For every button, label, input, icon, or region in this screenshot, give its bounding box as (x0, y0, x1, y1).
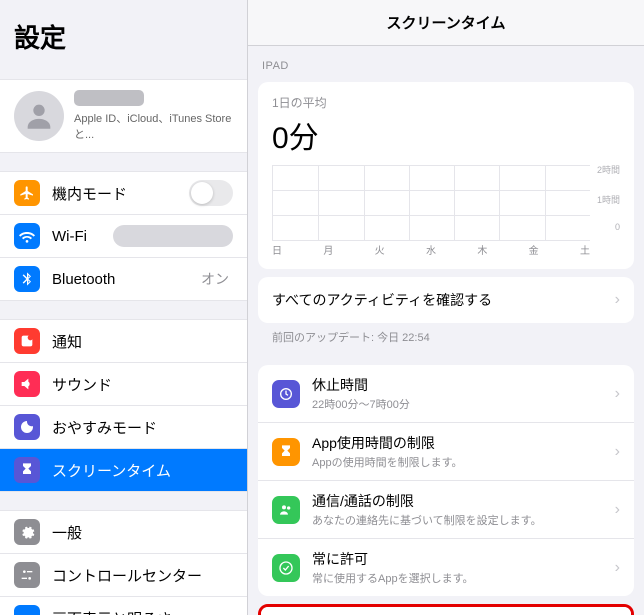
bluetooth-value: オン (201, 269, 229, 289)
wifi-row[interactable]: Wi-Fi (0, 215, 247, 258)
chevron-right-icon: › (615, 501, 620, 519)
moon-icon (14, 414, 40, 440)
display-label: 画面表示と明るさ (52, 608, 233, 615)
chevron-right-icon: › (615, 443, 620, 461)
airplane-mode-row[interactable]: 機内モード (0, 172, 247, 215)
always-allowed-row[interactable]: 常に許可常に使用するAppを選択します。 › (258, 539, 634, 596)
usage-chart: 2時間 1時間 0 日月 火水 木金 土 (272, 165, 620, 257)
y-label-0: 0 (615, 222, 620, 232)
x-labels: 日月 火水 木金 土 (272, 242, 590, 257)
last-update: 前回のアップデート: 今日 22:54 (248, 323, 644, 351)
notifications-icon (14, 328, 40, 354)
device-label: IPAD (248, 46, 644, 76)
downtime-row[interactable]: 休止時間22時00分～7時00分 › (258, 365, 634, 423)
chevron-right-icon: › (615, 559, 620, 577)
bluetooth-icon (14, 266, 40, 292)
all-activity-row[interactable]: すべてのアクティビティを確認する › (258, 277, 634, 323)
y-label-2: 2時間 (597, 163, 620, 176)
avg-label: 1日の平均 (272, 94, 620, 111)
dnd-row[interactable]: おやすみモード (0, 406, 247, 449)
app-limits-row[interactable]: App使用時間の制限Appの使用時間を制限します。 › (258, 423, 634, 481)
page-title: スクリーンタイム (248, 0, 644, 46)
notifications-row[interactable]: 通知 (0, 320, 247, 363)
always-allowed-title: 常に許可 (312, 549, 615, 569)
chevron-right-icon: › (615, 385, 620, 403)
display-row[interactable]: AA 画面表示と明るさ (0, 597, 247, 615)
settings-title: 設定 (0, 0, 247, 61)
avatar-icon (14, 91, 64, 141)
airplane-label: 機内モード (52, 183, 189, 204)
app-limits-sub: Appの使用時間を制限します。 (312, 454, 615, 470)
apple-id-row[interactable]: Apple ID、iCloud、iTunes Storeと... (0, 80, 247, 152)
wifi-icon (14, 223, 40, 249)
hourglass-icon (14, 457, 40, 483)
dnd-label: おやすみモード (52, 417, 233, 438)
sounds-row[interactable]: サウンド (0, 363, 247, 406)
content-privacy-row[interactable]: コンテンツとプライバシーの制限不適切なコンテンツをブロックします。 › (261, 607, 631, 615)
downtime-sub: 22時00分～7時00分 (312, 396, 615, 412)
account-sub: Apple ID、iCloud、iTunes Storeと... (74, 110, 233, 142)
sounds-icon (14, 371, 40, 397)
always-allowed-sub: 常に使用するAppを選択します。 (312, 570, 615, 586)
y-label-1: 1時間 (597, 193, 620, 206)
avg-value: 0分 (272, 113, 620, 157)
chevron-right-icon: › (615, 291, 620, 309)
bluetooth-row[interactable]: Bluetooth オン (0, 258, 247, 300)
usage-card[interactable]: 1日の平均 0分 2時間 1時間 0 日月 火水 木金 土 (258, 82, 634, 269)
main-panel: スクリーンタイム IPAD 1日の平均 0分 2時間 1時間 0 日月 火水 木… (248, 0, 644, 615)
all-activity-label: すべてのアクティビティを確認する (272, 290, 615, 310)
display-icon: AA (14, 605, 40, 615)
bluetooth-label: Bluetooth (52, 271, 201, 288)
downtime-icon (272, 380, 300, 408)
downtime-title: 休止時間 (312, 375, 615, 395)
wifi-label: Wi-Fi (52, 228, 113, 245)
control-center-icon (14, 562, 40, 588)
communication-sub: あなたの連絡先に基づいて制限を設定します。 (312, 512, 615, 528)
screentime-label: スクリーンタイム (52, 460, 233, 481)
control-center-row[interactable]: コントロールセンター (0, 554, 247, 597)
communication-row[interactable]: 通信/通話の制限あなたの連絡先に基づいて制限を設定します。 › (258, 481, 634, 539)
always-allowed-icon (272, 554, 300, 582)
gear-icon (14, 519, 40, 545)
sounds-label: サウンド (52, 374, 233, 395)
content-privacy-highlight: コンテンツとプライバシーの制限不適切なコンテンツをブロックします。 › (258, 604, 634, 615)
wifi-value-redacted (113, 225, 233, 247)
general-label: 一般 (52, 522, 233, 543)
control-center-label: コントロールセンター (52, 565, 233, 586)
app-limits-title: App使用時間の制限 (312, 433, 615, 453)
general-row[interactable]: 一般 (0, 511, 247, 554)
airplane-toggle[interactable] (189, 180, 233, 206)
limits-list: 休止時間22時00分～7時00分 › App使用時間の制限Appの使用時間を制限… (258, 365, 634, 596)
communication-title: 通信/通話の制限 (312, 491, 615, 511)
notifications-label: 通知 (52, 331, 233, 352)
airplane-icon (14, 180, 40, 206)
screentime-row[interactable]: スクリーンタイム (0, 449, 247, 491)
communication-icon (272, 496, 300, 524)
app-limits-icon (272, 438, 300, 466)
account-name-redacted (74, 90, 144, 106)
settings-sidebar: 設定 Apple ID、iCloud、iTunes Storeと... 機内モー… (0, 0, 248, 615)
